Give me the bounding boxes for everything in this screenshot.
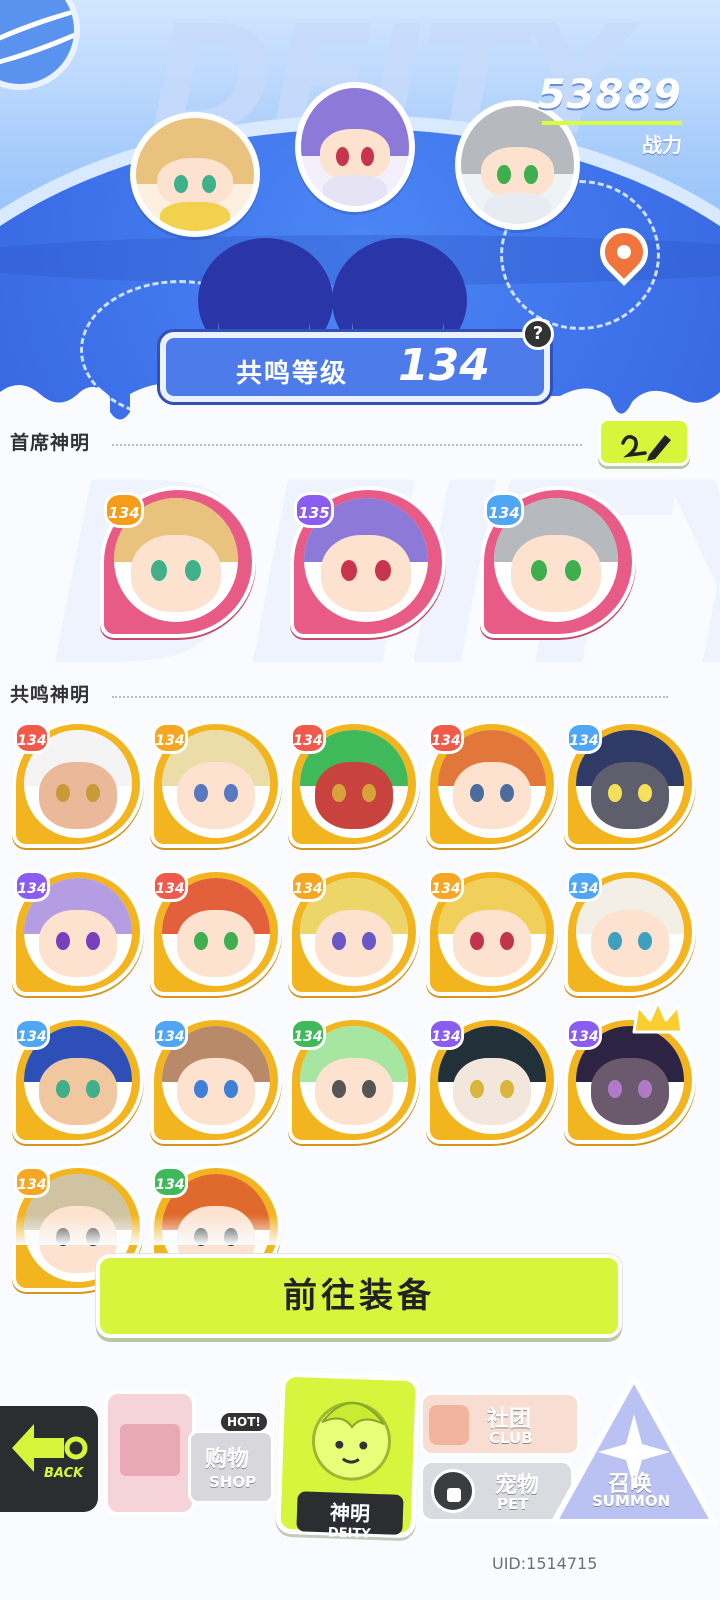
level-badge: 134	[152, 1166, 188, 1198]
edit-team-button[interactable]	[598, 418, 690, 466]
help-icon[interactable]: ?	[522, 318, 554, 350]
resonance-deity-card[interactable]: 134	[426, 1016, 558, 1144]
resonance-deity-card[interactable]: 134	[426, 720, 558, 848]
chief-deities-title: 首席神明	[10, 432, 91, 454]
level-badge: 134	[484, 492, 524, 528]
edit-pencil-icon	[621, 435, 671, 461]
lock-icon	[431, 1469, 475, 1513]
level-badge: 134	[14, 1018, 50, 1050]
club-bag-icon	[429, 1405, 469, 1445]
resonance-deity-card[interactable]: 134	[12, 868, 144, 996]
resonance-deity-card[interactable]: 134	[426, 868, 558, 996]
resonance-deity-card[interactable]: 134	[150, 868, 282, 996]
level-badge: 134	[152, 722, 188, 754]
combat-power: 53889 战力	[538, 72, 682, 158]
resonance-level-label: 共鸣等级	[236, 359, 349, 389]
nav-deity[interactable]: 神明 DEITY	[275, 1371, 421, 1542]
combat-power-label: 战力	[642, 133, 682, 157]
pet-en: PET	[497, 1495, 529, 1513]
chief-deity-card[interactable]: 135	[290, 486, 446, 638]
level-badge: 134	[14, 1166, 50, 1198]
combat-power-underline	[542, 121, 682, 125]
shop-label: HOT! 购物 SHOP	[188, 1413, 274, 1504]
section-divider	[112, 444, 582, 446]
planet-icon	[0, 0, 80, 90]
resonance-deity-card[interactable]: 134	[12, 1016, 144, 1144]
level-badge: 134	[428, 870, 464, 902]
chibi-character-1[interactable]	[130, 112, 260, 237]
nav-shop[interactable]: HOT! 购物 SHOP	[104, 1380, 274, 1520]
summon-en: SUMMON	[592, 1492, 671, 1510]
level-badge: 134	[14, 722, 50, 754]
go-equip-button[interactable]: 前往装备	[96, 1254, 622, 1338]
chibi-character-2[interactable]	[295, 82, 415, 212]
club-en: CLUB	[489, 1429, 533, 1447]
back-button[interactable]: BACK	[0, 1406, 98, 1512]
level-badge: 134	[428, 722, 464, 754]
resonance-deity-card[interactable]: 134	[288, 1016, 420, 1144]
level-badge: 134	[14, 870, 50, 902]
level-badge: 134	[290, 722, 326, 754]
list-fade	[0, 1215, 720, 1245]
deity-en: DEITY	[327, 1525, 371, 1542]
crown-icon	[630, 998, 686, 1038]
level-badge: 134	[566, 1018, 602, 1050]
level-badge: 134	[152, 870, 188, 902]
deity-zh: 神明	[329, 1500, 371, 1526]
hot-badge: HOT!	[221, 1413, 267, 1431]
resonance-deity-card[interactable]: 134	[564, 720, 696, 848]
resonance-level-panel[interactable]: 共鸣等级 134	[160, 332, 550, 402]
deity-label: 神明 DEITY	[296, 1491, 404, 1542]
resonance-level-value: 134	[398, 340, 490, 391]
level-badge: 134	[152, 1018, 188, 1050]
level-badge: 134	[566, 870, 602, 902]
combat-power-value: 53889	[537, 72, 682, 118]
user-id: UID:1514715	[492, 1554, 598, 1573]
level-badge: 135	[294, 492, 334, 528]
level-badge: 134	[290, 1018, 326, 1050]
resonance-deities-title: 共鸣神明	[10, 684, 91, 706]
resonance-deity-card[interactable]: 134	[288, 868, 420, 996]
chief-deity-card[interactable]: 134	[100, 486, 256, 638]
section-divider	[112, 696, 668, 698]
nav-summon[interactable]: 召唤 SUMMON	[548, 1372, 720, 1532]
deity-character-icon	[311, 1401, 391, 1481]
level-badge: 134	[104, 492, 144, 528]
shop-en: SHOP	[209, 1473, 257, 1491]
chief-deity-card[interactable]: 134	[480, 486, 636, 638]
resonance-deity-card[interactable]: 134	[150, 1016, 282, 1144]
back-label: BACK	[44, 1466, 84, 1481]
resonance-deity-card[interactable]: 134	[150, 720, 282, 848]
resonance-deity-card[interactable]: 134	[564, 868, 696, 996]
level-badge: 134	[428, 1018, 464, 1050]
resonance-deity-card[interactable]: 134	[288, 720, 420, 848]
level-badge: 134	[290, 870, 326, 902]
vending-machine-icon	[104, 1390, 196, 1516]
level-badge: 134	[566, 722, 602, 754]
shop-zh: 购物	[205, 1447, 250, 1472]
hero-banner: DEITY 53889 战力 共鸣等级 134 ?	[0, 0, 720, 420]
resonance-deity-card[interactable]: 134	[12, 720, 144, 848]
